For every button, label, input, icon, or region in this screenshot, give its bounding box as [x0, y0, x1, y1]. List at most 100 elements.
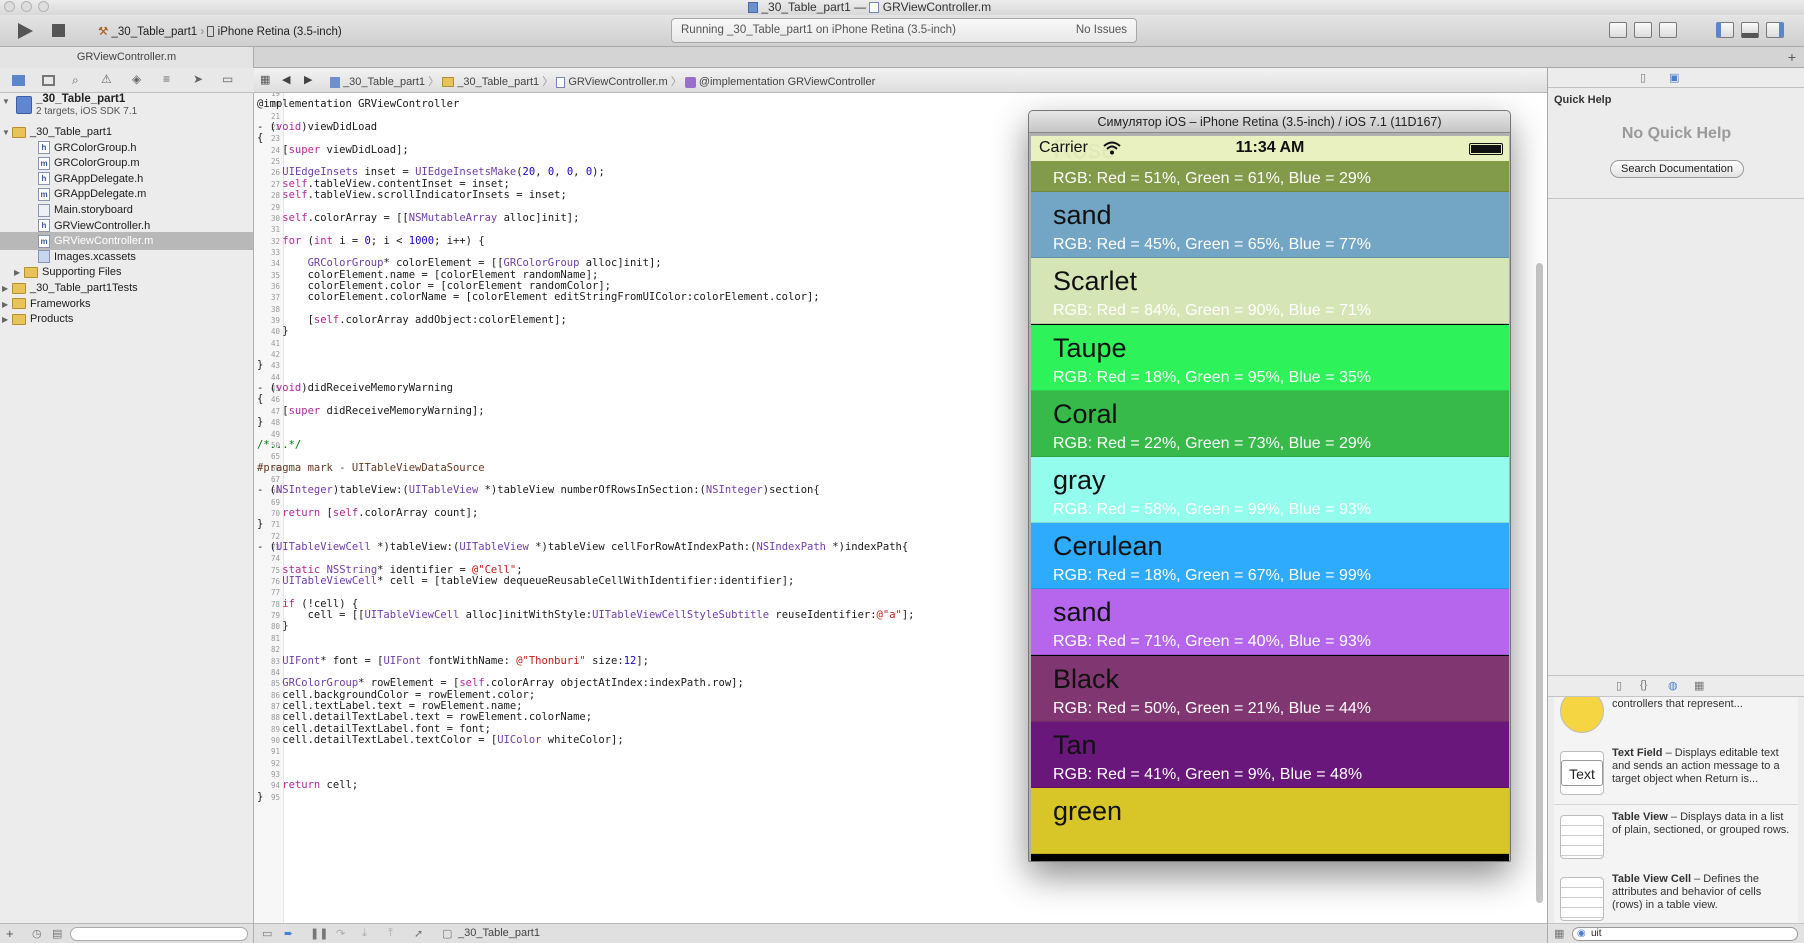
- add-tab-icon[interactable]: +: [1788, 49, 1796, 65]
- breadcrumb-symbol[interactable]: @implementation GRViewController: [699, 76, 875, 88]
- add-file-icon[interactable]: +: [6, 926, 14, 941]
- code-line[interactable]: }: [257, 620, 288, 633]
- code-line[interactable]: @implementation GRViewController: [257, 98, 459, 111]
- table-row[interactable]: Taupe RGB: Red = 18%, Green = 95%, Blue =…: [1031, 324, 1509, 391]
- code-line[interactable]: #pragma mark - UITableViewDataSource: [257, 462, 485, 475]
- breadcrumb-project[interactable]: _30_Table_part1: [343, 76, 425, 88]
- hide-debug-area-icon[interactable]: ▭: [262, 927, 272, 940]
- disclosure-closed-icon[interactable]: ▶: [2, 311, 12, 329]
- source-control-filter-icon[interactable]: ▤: [52, 927, 62, 940]
- debug-navigator-icon[interactable]: ≡: [163, 72, 170, 86]
- ios-simulator-window[interactable]: Симулятор iOS – iPhone Retina (3.5-inch)…: [1028, 110, 1511, 862]
- related-items-icon[interactable]: ▦: [260, 73, 270, 86]
- code-line[interactable]: return [self.colorArray count];: [257, 507, 478, 520]
- step-out-icon[interactable]: ⤒: [388, 927, 393, 940]
- disclosure-open-icon[interactable]: ▼: [2, 97, 12, 106]
- library-filter-input[interactable]: ◉ uit: [1572, 927, 1798, 941]
- toggle-debug-icon[interactable]: [1741, 22, 1759, 38]
- code-line[interactable]: - (void)viewDidLoad: [257, 121, 377, 134]
- table-row[interactable]: Scarlet RGB: Red = 84%, Green = 90%, Blue…: [1031, 258, 1509, 325]
- code-line[interactable]: }: [257, 791, 263, 804]
- table-row[interactable]: gray RGB: Red = 58%, Green = 99%, Blue = …: [1031, 457, 1509, 523]
- tree-item[interactable]: ▶ Products: [0, 310, 253, 329]
- table-row[interactable]: sand RGB: Red = 71%, Green = 40%, Blue = …: [1031, 589, 1509, 656]
- code-line[interactable]: }: [257, 359, 263, 372]
- pause-icon[interactable]: ❚❚: [310, 927, 328, 940]
- library-item[interactable]: Table View – Displays data in a list of …: [1554, 805, 1798, 869]
- code-line[interactable]: }: [257, 416, 263, 429]
- file-inspector-icon[interactable]: ▯: [1640, 71, 1646, 84]
- breadcrumb-file[interactable]: GRViewController.m: [568, 76, 667, 88]
- code-line[interactable]: self.colorArray = [[NSMutableArray alloc…: [257, 212, 579, 225]
- version-editor-icon[interactable]: [1659, 22, 1677, 38]
- table-row[interactable]: Cerulean RGB: Red = 18%, Green = 67%, Blu…: [1031, 523, 1509, 590]
- code-line[interactable]: - (UITableViewCell *)tableView:(UITableV…: [257, 541, 908, 554]
- scheme-selector[interactable]: ⚒ _30_Table_part1 › iPhone Retina (3.5-i…: [98, 24, 342, 38]
- editor-scrollbar[interactable]: [1536, 263, 1543, 903]
- code-line[interactable]: /*...*/: [257, 439, 301, 452]
- code-line[interactable]: for (int i = 0; i < 1000; i++) {: [257, 235, 484, 248]
- search-documentation-button[interactable]: Search Documentation: [1610, 160, 1744, 178]
- simulator-screen[interactable]: Carrier 11:34 AM RoseRGB: Red = 51%, Gre…: [1031, 136, 1509, 861]
- toggle-utilities-icon[interactable]: [1766, 22, 1784, 38]
- table-row[interactable]: Coral RGB: Red = 22%, Green = 73%, Blue =…: [1031, 390, 1509, 457]
- standard-editor-icon[interactable]: [1609, 22, 1627, 38]
- object-library-icon[interactable]: ◍: [1668, 679, 1678, 692]
- symbol-navigator-icon[interactable]: [42, 75, 55, 86]
- media-library-icon[interactable]: ▦: [1694, 679, 1704, 692]
- code-line[interactable]: colorElement.colorName = [colorElement e…: [257, 291, 820, 304]
- breakpoint-navigator-icon[interactable]: ➤: [193, 72, 203, 86]
- table-row[interactable]: Tan RGB: Red = 41%, Green = 9%, Blue = 48…: [1031, 721, 1509, 788]
- tab-grviewcontroller[interactable]: GRViewController.m: [0, 47, 254, 68]
- code-line[interactable]: self.tableView.scrollIndicatorInsets = i…: [257, 189, 566, 202]
- code-line[interactable]: return cell;: [257, 779, 358, 792]
- project-navigator-icon[interactable]: [12, 75, 25, 86]
- stop-icon[interactable]: [52, 24, 65, 37]
- code-snippet-library-icon[interactable]: {}: [1640, 679, 1647, 691]
- library-item[interactable]: Text Text Field – Displays editable text …: [1554, 741, 1798, 805]
- object-library-list[interactable]: controller that manages a set of view co…: [1548, 697, 1804, 923]
- breakpoints-toggle-icon[interactable]: ➨: [284, 927, 293, 940]
- library-item[interactable]: controller that manages a set of view co…: [1554, 697, 1798, 743]
- issue-navigator-icon[interactable]: ⚠: [101, 72, 112, 86]
- test-navigator-icon[interactable]: ◈: [132, 72, 141, 86]
- close-window-button[interactable]: [4, 1, 15, 12]
- step-in-icon[interactable]: ⤓: [362, 927, 367, 940]
- table-row[interactable]: Black RGB: Red = 50%, Green = 21%, Blue =…: [1031, 655, 1509, 722]
- file-template-library-icon[interactable]: ▯: [1616, 679, 1622, 692]
- log-navigator-icon[interactable]: ▭: [222, 72, 233, 86]
- toggle-navigator-icon[interactable]: [1716, 22, 1734, 38]
- go-back-icon[interactable]: ◀: [282, 73, 290, 86]
- zoom-window-button[interactable]: [38, 1, 49, 12]
- location-icon[interactable]: ➚: [414, 927, 423, 940]
- go-forward-icon[interactable]: ▶: [304, 73, 312, 86]
- tree-item-label: GRColorGroup.h: [54, 141, 137, 154]
- code-line[interactable]: [super viewDidLoad];: [257, 144, 408, 157]
- table-row[interactable]: sand RGB: Red = 45%, Green = 65%, Blue = …: [1031, 192, 1509, 259]
- step-over-icon[interactable]: ↷: [336, 927, 345, 940]
- navigator-filter-input[interactable]: [70, 927, 248, 941]
- tree-item-label: _30_Table_part1Tests: [30, 282, 138, 294]
- recent-files-icon[interactable]: ◷: [32, 927, 42, 940]
- project-root[interactable]: ▼ _30_Table_part1 2 targets, iOS SDK 7.1: [2, 93, 252, 123]
- code-line[interactable]: UIFont* font = [UIFont fontWithName: @"T…: [257, 655, 649, 668]
- code-line[interactable]: cell.detailTextLabel.textColor = [UIColo…: [257, 734, 623, 747]
- code-line[interactable]: cell = [[UITableViewCell alloc]initWithS…: [257, 609, 915, 622]
- code-line[interactable]: UITableViewCell* cell = [tableView deque…: [257, 575, 794, 588]
- run-icon[interactable]: [16, 21, 34, 41]
- breadcrumb-group[interactable]: _30_Table_part1: [457, 76, 539, 88]
- code-line[interactable]: [super didReceiveMemoryWarning];: [257, 405, 484, 418]
- table-row[interactable]: green: [1031, 788, 1509, 854]
- code-line[interactable]: - (NSInteger)tableView:(UITableView *)ta…: [257, 484, 820, 497]
- code-line[interactable]: [self.colorArray addObject:colorElement]…: [257, 314, 567, 327]
- cell-title: Tan: [1053, 729, 1097, 760]
- code-line[interactable]: }: [257, 518, 263, 531]
- minimize-window-button[interactable]: [21, 1, 32, 12]
- grid-view-icon[interactable]: ▦: [1554, 927, 1564, 940]
- library-item[interactable]: Table View Cell – Defines the attributes…: [1554, 867, 1798, 923]
- assistant-editor-icon[interactable]: [1634, 22, 1652, 38]
- code-line[interactable]: - (void)didReceiveMemoryWarning: [257, 382, 453, 395]
- quick-help-inspector-icon[interactable]: ▣: [1669, 71, 1679, 84]
- search-navigator-icon[interactable]: ⌕: [72, 73, 79, 88]
- code-line[interactable]: }: [257, 325, 288, 338]
